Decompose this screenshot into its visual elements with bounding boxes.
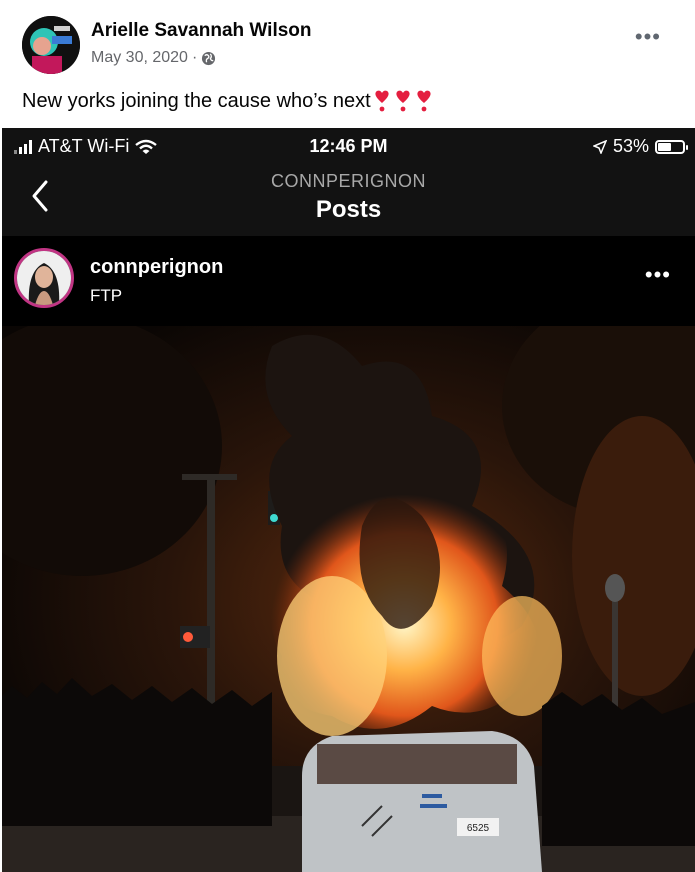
- location-arrow-icon: [592, 139, 607, 154]
- ig-location[interactable]: FTP: [90, 286, 122, 306]
- author-avatar[interactable]: [22, 16, 80, 74]
- heart-exclamation-icon: [396, 90, 410, 112]
- post-header: Arielle Savannah Wilson May 30, 2020 · •…: [0, 0, 695, 80]
- status-time: 12:46 PM: [309, 136, 388, 156]
- more-horizontal-icon: •••: [634, 24, 661, 49]
- svg-text:6525: 6525: [467, 823, 490, 834]
- battery-percent: 53%: [612, 136, 649, 156]
- post-date[interactable]: May 30, 2020: [91, 49, 188, 67]
- ig-avatar[interactable]: [14, 248, 74, 308]
- burning-van-photo: 6525: [2, 326, 695, 872]
- post-options-button[interactable]: •••: [635, 26, 661, 48]
- ig-username[interactable]: connperignon: [90, 256, 223, 279]
- ios-status-bar: AT&T Wi-Fi 12:46 PM 53%: [2, 128, 695, 168]
- ig-options-button[interactable]: •••: [645, 264, 671, 286]
- more-horizontal-icon: •••: [644, 262, 671, 287]
- battery-level: [658, 142, 671, 151]
- facebook-post: Arielle Savannah Wilson May 30, 2020 · •…: [0, 0, 695, 872]
- heart-exclamation-icon: [417, 90, 431, 112]
- caption-emoji-group: [373, 89, 433, 113]
- battery-icon: [655, 139, 688, 154]
- photo-illustration: 6525: [2, 326, 695, 872]
- caption-text: New yorks joining the cause who’s next: [22, 89, 371, 112]
- ig-post-header: connperignon FTP •••: [2, 236, 695, 326]
- globe-icon[interactable]: [201, 51, 216, 66]
- status-right: 53%: [592, 136, 688, 157]
- ig-avatar-image: [17, 251, 71, 305]
- post-caption: New yorks joining the cause who’s next: [22, 89, 433, 113]
- heart-exclamation-icon: [375, 90, 389, 112]
- avatar-image: [22, 16, 80, 74]
- post-meta: May 30, 2020 ·: [91, 49, 216, 67]
- meta-separator: ·: [191, 49, 198, 66]
- instagram-nav-bar: CONNPERIGNON Posts: [2, 168, 695, 236]
- shared-screenshot[interactable]: AT&T Wi-Fi 12:46 PM 53% CONNPERIGNON Pos…: [2, 128, 695, 872]
- nav-subtitle: CONNPERIGNON: [270, 171, 426, 191]
- author-name[interactable]: Arielle Savannah Wilson: [91, 20, 312, 42]
- nav-title: Posts: [315, 196, 382, 223]
